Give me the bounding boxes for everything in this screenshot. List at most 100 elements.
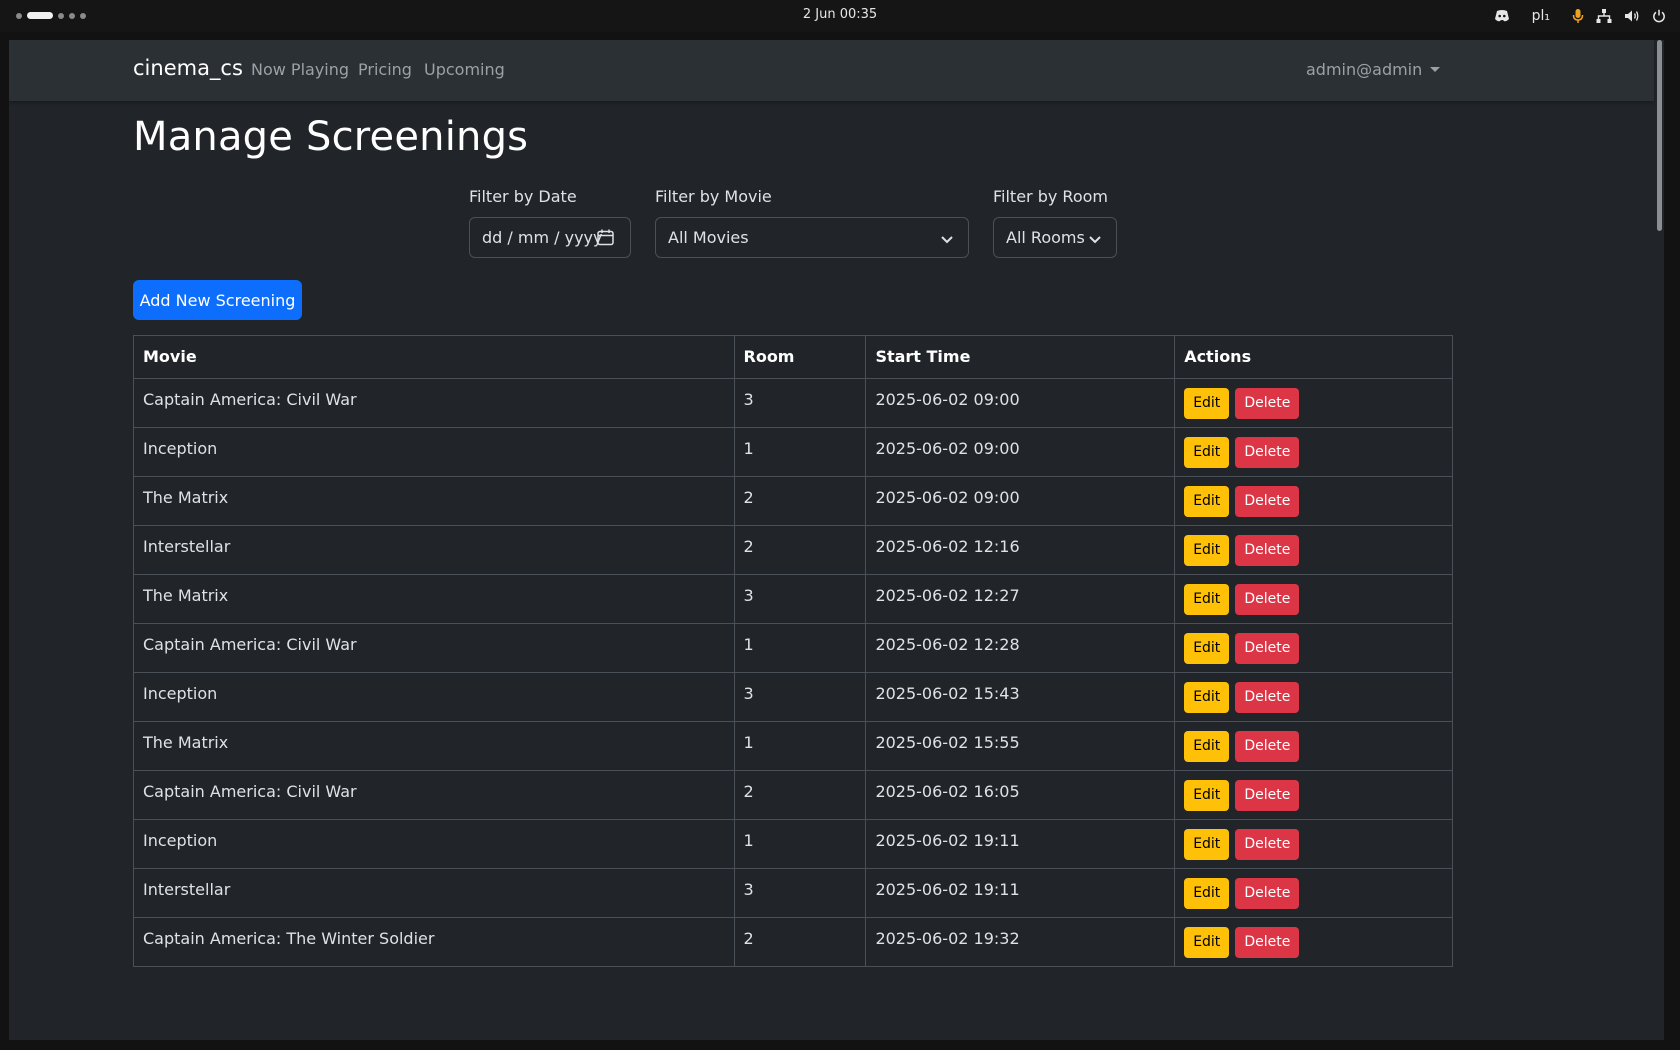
cell-start-time: 2025-06-02 12:27 (865, 574, 1176, 624)
cell-actions: Edit Delete (1174, 378, 1453, 428)
cell-start-time: 2025-06-02 09:00 (865, 427, 1176, 477)
cell-movie: Inception (133, 819, 735, 869)
cell-start-time: 2025-06-02 19:11 (865, 819, 1176, 869)
edit-button[interactable]: Edit (1184, 731, 1230, 762)
power-icon[interactable] (1652, 9, 1666, 23)
cell-actions: Edit Delete (1174, 574, 1453, 624)
calendar-icon[interactable] (597, 229, 614, 250)
cell-start-time: 2025-06-02 15:43 (865, 672, 1176, 722)
edit-button[interactable]: Edit (1184, 535, 1230, 566)
filter-room-select[interactable]: All Rooms (993, 217, 1117, 258)
volume-icon[interactable] (1624, 9, 1640, 23)
cell-actions: Edit Delete (1174, 672, 1453, 722)
edit-button[interactable]: Edit (1184, 437, 1230, 468)
nav-link-now-playing[interactable]: Now Playing (251, 60, 349, 79)
cell-movie: The Matrix (133, 721, 735, 771)
cell-movie: Captain America: Civil War (133, 623, 735, 673)
cell-movie: Inception (133, 672, 735, 722)
table-row: Interstellar 2 2025-06-02 12:16 Edit Delete (133, 525, 1453, 575)
caret-down-icon (1430, 67, 1441, 72)
delete-button[interactable]: Delete (1235, 633, 1300, 664)
room-select-value: All Rooms (1006, 228, 1085, 247)
clock[interactable]: 2 Jun 00:35 (0, 7, 1680, 22)
cell-room: 3 (733, 868, 867, 918)
column-header-start-time[interactable]: Start Time (865, 335, 1176, 379)
cell-room: 1 (733, 623, 867, 673)
delete-button[interactable]: Delete (1235, 388, 1300, 419)
cell-movie: Captain America: Civil War (133, 770, 735, 820)
user-menu-dropdown[interactable]: admin@admin (1306, 60, 1441, 79)
delete-button[interactable]: Delete (1235, 878, 1300, 909)
filter-movie-select[interactable]: All Movies (655, 217, 969, 258)
delete-button[interactable]: Delete (1235, 535, 1300, 566)
movie-select-value: All Movies (668, 228, 749, 247)
column-header-movie[interactable]: Movie (133, 335, 735, 379)
discord-icon[interactable] (1494, 9, 1510, 23)
column-header-room[interactable]: Room (733, 335, 867, 379)
delete-button[interactable]: Delete (1235, 682, 1300, 713)
page-scrollbar[interactable] (1654, 40, 1664, 1040)
edit-button[interactable]: Edit (1184, 927, 1230, 958)
edit-button[interactable]: Edit (1184, 780, 1230, 811)
table-row: The Matrix 2 2025-06-02 09:00 Edit Delete (133, 476, 1453, 526)
edit-button[interactable]: Edit (1184, 388, 1230, 419)
cell-room: 3 (733, 574, 867, 624)
date-placeholder: dd / mm / yyyy (482, 228, 603, 247)
edit-button[interactable]: Edit (1184, 584, 1230, 615)
cell-room: 2 (733, 917, 867, 967)
table-row: Captain America: The Winter Soldier 2 2025… (133, 917, 1453, 967)
nav-link-upcoming[interactable]: Upcoming (424, 60, 505, 79)
scrollbar-thumb[interactable] (1657, 40, 1662, 231)
network-icon[interactable] (1596, 9, 1612, 23)
cell-room: 2 (733, 770, 867, 820)
filter-date-input[interactable]: dd / mm / yyyy (469, 217, 631, 258)
cell-start-time: 2025-06-02 19:11 (865, 868, 1176, 918)
delete-button[interactable]: Delete (1235, 927, 1300, 958)
cell-actions: Edit Delete (1174, 770, 1453, 820)
cell-start-time: 2025-06-02 15:55 (865, 721, 1176, 771)
delete-button[interactable]: Delete (1235, 829, 1300, 860)
edit-button[interactable]: Edit (1184, 633, 1230, 664)
filter-movie-label: Filter by Movie (655, 187, 772, 206)
cell-room: 1 (733, 427, 867, 477)
cell-movie: The Matrix (133, 476, 735, 526)
table-header-row: Movie Room Start Time Actions (133, 335, 1453, 379)
chevron-down-icon (940, 231, 954, 250)
edit-button[interactable]: Edit (1184, 486, 1230, 517)
system-top-bar: 2 Jun 00:35 pl₁ (0, 0, 1680, 32)
cell-movie: The Matrix (133, 574, 735, 624)
user-email: admin@admin (1306, 60, 1423, 79)
delete-button[interactable]: Delete (1235, 731, 1300, 762)
nav-link-pricing[interactable]: Pricing (358, 60, 412, 79)
keyboard-layout-indicator[interactable]: pl₁ (1532, 8, 1550, 24)
cell-actions: Edit Delete (1174, 525, 1453, 575)
cell-room: 3 (733, 672, 867, 722)
cell-actions: Edit Delete (1174, 868, 1453, 918)
cell-movie: Interstellar (133, 525, 735, 575)
table-row: Inception 1 2025-06-02 19:11 Edit Delete (133, 819, 1453, 869)
delete-button[interactable]: Delete (1235, 584, 1300, 615)
microphone-icon[interactable] (1572, 8, 1584, 24)
cell-start-time: 2025-06-02 19:32 (865, 917, 1176, 967)
cell-start-time: 2025-06-02 16:05 (865, 770, 1176, 820)
cell-actions: Edit Delete (1174, 476, 1453, 526)
edit-button[interactable]: Edit (1184, 829, 1230, 860)
navbar-brand[interactable]: cinema_cs (133, 56, 243, 80)
cell-movie: Interstellar (133, 868, 735, 918)
cell-start-time: 2025-06-02 09:00 (865, 476, 1176, 526)
table-row: Interstellar 3 2025-06-02 19:11 Edit Delete (133, 868, 1453, 918)
table-row: Inception 3 2025-06-02 15:43 Edit Delete (133, 672, 1453, 722)
add-new-screening-button[interactable]: Add New Screening (133, 280, 302, 320)
delete-button[interactable]: Delete (1235, 437, 1300, 468)
browser-viewport: cinema_cs Now Playing Pricing Upcoming a… (9, 40, 1664, 1040)
delete-button[interactable]: Delete (1235, 486, 1300, 517)
cell-actions: Edit Delete (1174, 427, 1453, 477)
edit-button[interactable]: Edit (1184, 682, 1230, 713)
edit-button[interactable]: Edit (1184, 878, 1230, 909)
filter-room-label: Filter by Room (993, 187, 1108, 206)
cell-room: 2 (733, 476, 867, 526)
table-row: The Matrix 3 2025-06-02 12:27 Edit Delete (133, 574, 1453, 624)
cell-start-time: 2025-06-02 09:00 (865, 378, 1176, 428)
delete-button[interactable]: Delete (1235, 780, 1300, 811)
table-row: Captain America: Civil War 2 2025-06-02 16… (133, 770, 1453, 820)
